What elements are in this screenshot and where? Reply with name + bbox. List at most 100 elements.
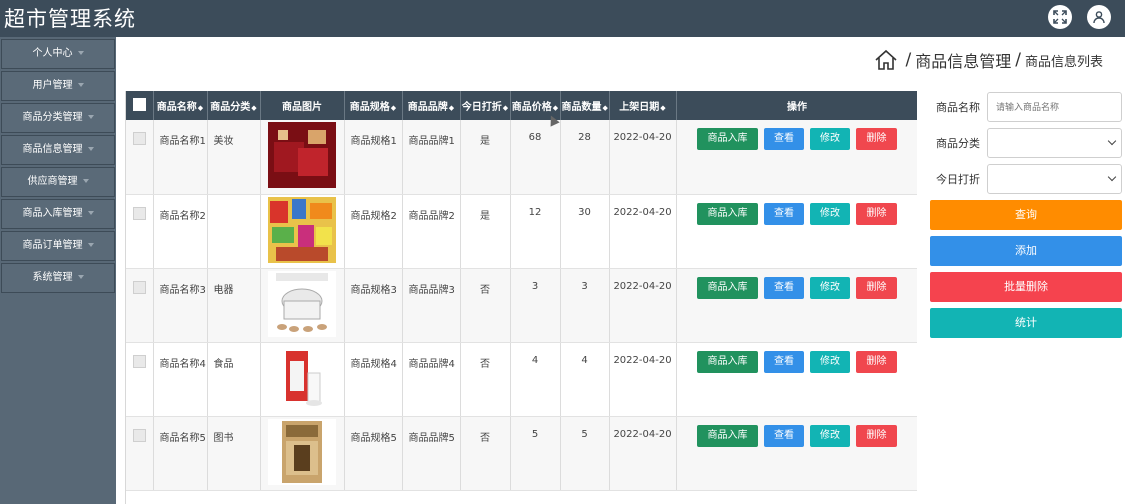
column-header-category[interactable]: 商品分类◆ — [207, 91, 261, 120]
cell-date: 2022-04-20 — [609, 194, 677, 269]
app-title: 超市管理系统 — [4, 7, 136, 31]
sort-icon[interactable]: ◆ — [553, 104, 558, 112]
stock-in-button[interactable]: 商品入库 — [697, 350, 758, 373]
edit-button[interactable]: 修改 — [810, 276, 850, 299]
product-image[interactable] — [268, 270, 336, 337]
product-image[interactable] — [268, 344, 336, 411]
sidebar-item-label: 供应商管理 — [27, 176, 78, 187]
row-checkbox[interactable] — [132, 280, 146, 294]
sidebar-item-label: 用户管理 — [32, 80, 73, 91]
fullscreen-button[interactable] — [1048, 5, 1072, 29]
query-button[interactable]: 查询 — [930, 200, 1122, 230]
product-image[interactable] — [268, 418, 336, 485]
product-table-container[interactable]: 商品名称◆ 商品分类◆ 商品图片 商品规格◆ 商品品牌◆ 今日打折◆ 商品价格◆… — [125, 91, 917, 504]
name-search-input[interactable] — [987, 92, 1122, 122]
cell-category: 食品 — [207, 342, 261, 417]
view-button[interactable]: 查看 — [764, 128, 804, 150]
cell-brand: 商品品牌1 — [402, 120, 461, 195]
discount-filter-row: 今日打折 — [930, 164, 1122, 194]
delete-button[interactable]: 删除 — [856, 350, 897, 373]
column-header-discount[interactable]: 今日打折◆ — [460, 91, 511, 120]
cell-quantity: 30 — [560, 194, 610, 269]
cell-name: 商品名称3 — [153, 268, 208, 343]
edit-button[interactable]: 修改 — [810, 128, 850, 150]
breadcrumb-level2: 商品信息列表 — [1024, 54, 1103, 70]
cell-name: 商品名称1 — [153, 120, 208, 195]
user-button[interactable] — [1087, 5, 1111, 29]
sort-icon[interactable]: ◆ — [660, 104, 665, 112]
product-image[interactable] — [268, 196, 336, 263]
batch-delete-button[interactable]: 批量删除 — [930, 272, 1122, 302]
cell-category — [207, 194, 261, 269]
stock-in-button[interactable]: 商品入库 — [697, 276, 758, 299]
sidebar-item-category-management[interactable]: 商品分类管理 — [1, 103, 115, 133]
stock-in-button[interactable]: 商品入库 — [697, 424, 758, 447]
category-select[interactable] — [987, 128, 1122, 158]
row-checkbox[interactable] — [132, 354, 146, 368]
stock-in-button[interactable]: 商品入库 — [697, 202, 758, 225]
sidebar: 个人中心 用户管理 商品分类管理 商品信息管理 供应商管理 商品入库管理 商品订… — [0, 37, 116, 504]
cell-price: 3 — [510, 268, 561, 343]
cell-spec: 商品规格1 — [344, 120, 403, 195]
product-image[interactable] — [268, 122, 336, 188]
sidebar-item-supplier-management[interactable]: 供应商管理 — [1, 167, 115, 197]
cell-spec: 商品规格2 — [344, 194, 403, 269]
view-button[interactable]: 查看 — [764, 350, 804, 373]
cell-quantity: 28 — [560, 120, 610, 195]
statistics-button[interactable]: 统计 — [930, 308, 1122, 338]
add-button[interactable]: 添加 — [930, 236, 1122, 266]
delete-button[interactable]: 删除 — [856, 202, 897, 225]
delete-button[interactable]: 删除 — [856, 276, 897, 299]
edit-button[interactable]: 修改 — [810, 350, 850, 373]
column-header-spec[interactable]: 商品规格◆ — [344, 91, 403, 120]
breadcrumb-level1[interactable]: 商品信息管理 — [915, 48, 1011, 72]
breadcrumb-separator: / — [905, 50, 912, 70]
sidebar-item-product-info-management[interactable]: 商品信息管理 — [1, 135, 115, 165]
home-icon[interactable] — [874, 48, 898, 72]
cell-price: 4 — [510, 342, 561, 417]
view-button[interactable]: 查看 — [764, 424, 804, 447]
sort-icon[interactable]: ◆ — [391, 104, 396, 112]
caret-down-icon — [77, 83, 84, 87]
stock-in-button[interactable]: 商品入库 — [697, 128, 758, 150]
delete-button[interactable]: 删除 — [856, 128, 897, 150]
cell-date: 2022-04-20 — [609, 120, 677, 195]
column-header-brand[interactable]: 商品品牌◆ — [402, 91, 461, 120]
cell-spec: 商品规格4 — [344, 342, 403, 417]
sort-icon[interactable]: ◆ — [503, 104, 508, 112]
sort-icon[interactable]: ◆ — [251, 104, 256, 112]
row-checkbox[interactable] — [132, 132, 146, 145]
discount-filter-label: 今日打折 — [936, 173, 980, 186]
select-all-checkbox-cell[interactable] — [126, 91, 154, 120]
delete-button[interactable]: 删除 — [856, 424, 897, 447]
column-header-date[interactable]: 上架日期◆ — [609, 91, 677, 120]
column-header-name[interactable]: 商品名称◆ — [153, 91, 208, 120]
sidebar-item-order-management[interactable]: 商品订单管理 — [1, 231, 115, 261]
discount-select[interactable] — [987, 164, 1122, 194]
cell-price: 5 — [510, 416, 561, 491]
row-checkbox[interactable] — [132, 428, 146, 442]
cell-price: 68 — [510, 120, 561, 195]
sort-icon[interactable]: ◆ — [198, 104, 203, 112]
category-filter-label: 商品分类 — [936, 137, 980, 150]
view-button[interactable]: 查看 — [764, 202, 804, 225]
sort-icon[interactable]: ◆ — [449, 104, 454, 112]
search-panel: 商品名称 商品分类 今日打折 查询 添加 批量删除 统计 — [930, 92, 1122, 344]
sidebar-item-user-management[interactable]: 用户管理 — [1, 71, 115, 101]
cell-discount: 是 — [460, 120, 511, 195]
sidebar-item-stock-in-management[interactable]: 商品入库管理 — [1, 199, 115, 229]
view-button[interactable]: 查看 — [764, 276, 804, 299]
edit-button[interactable]: 修改 — [810, 202, 850, 225]
column-header-actions: 操作 — [676, 91, 917, 120]
sidebar-item-personal-center[interactable]: 个人中心 — [1, 39, 115, 69]
select-all-checkbox[interactable] — [132, 97, 146, 111]
top-bar: 超市管理系统 — [0, 0, 1125, 37]
sort-icon[interactable]: ◆ — [603, 104, 608, 112]
edit-button[interactable]: 修改 — [810, 424, 850, 447]
sidebar-item-system-management[interactable]: 系统管理 — [1, 263, 115, 293]
cell-date: 2022-04-20 — [609, 268, 677, 343]
cell-price: 12 — [510, 194, 561, 269]
column-header-quantity[interactable]: 商品数量◆ — [560, 91, 610, 120]
row-checkbox[interactable] — [132, 206, 146, 220]
category-filter-row: 商品分类 — [930, 128, 1122, 158]
